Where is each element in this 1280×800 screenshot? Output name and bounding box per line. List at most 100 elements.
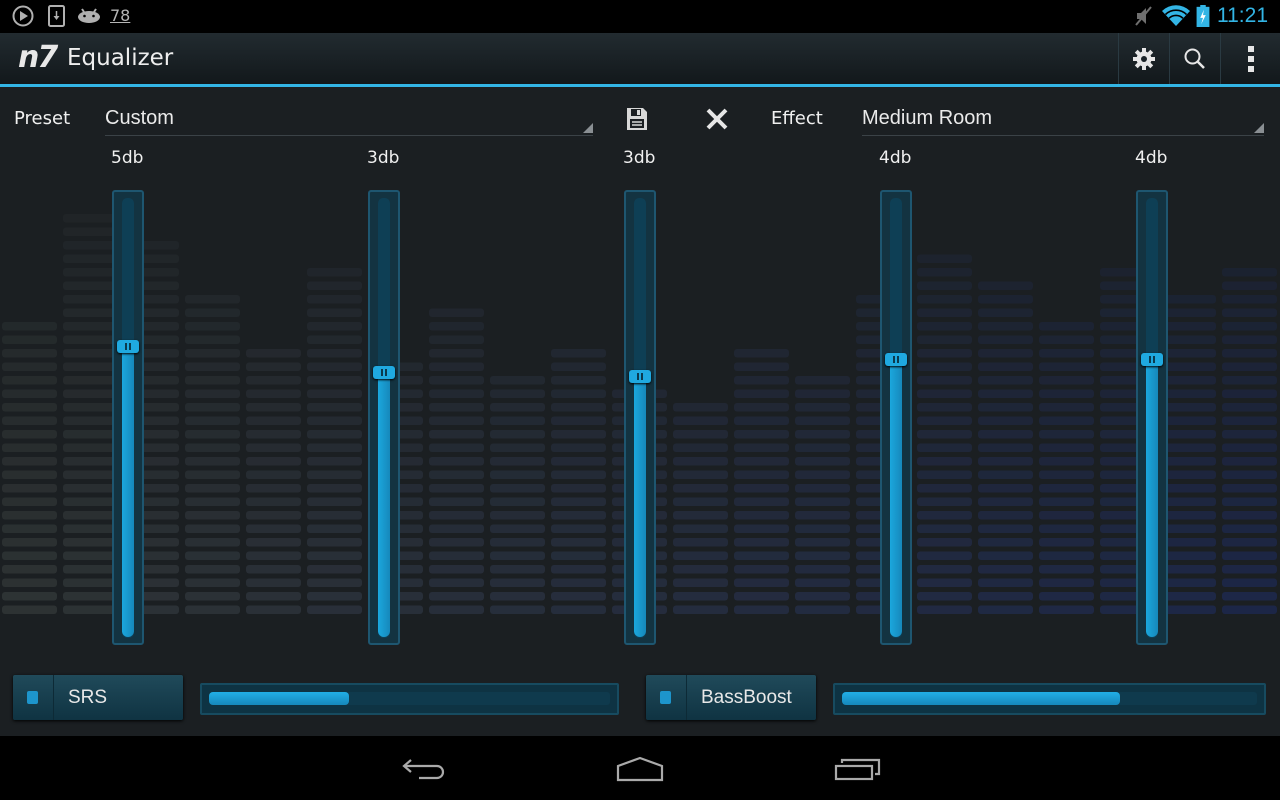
spectrum-bar (63, 551, 118, 560)
spectrum-bar (307, 605, 362, 614)
back-button[interactable] (398, 752, 450, 786)
spectrum-bar (490, 497, 545, 506)
spectrum-bar (307, 389, 362, 398)
spectrum-bar (1039, 565, 1094, 574)
slider-thumb[interactable] (629, 370, 651, 384)
spectrum-bar (246, 605, 301, 614)
spectrum-bar (429, 497, 484, 506)
spectrum-bar (429, 389, 484, 398)
save-icon (627, 108, 647, 130)
spectrum-bar (490, 470, 545, 479)
delete-preset-button[interactable] (701, 104, 733, 134)
spectrum-bar (1222, 389, 1277, 398)
spectrum-bar (1222, 592, 1277, 601)
spectrum-bar (429, 443, 484, 452)
preset-value: Custom (105, 107, 174, 129)
slider-thumb[interactable] (1141, 352, 1163, 366)
slider-fill (378, 373, 390, 637)
spectrum-bar (734, 389, 789, 398)
spectrum-bar (917, 538, 972, 547)
save-preset-button[interactable] (622, 104, 652, 134)
spectrum-bar (978, 565, 1033, 574)
spectrum-bar (490, 457, 545, 466)
spectrum-bar (2, 430, 57, 439)
spectrum-bar (307, 308, 362, 317)
spectrum-bar (734, 443, 789, 452)
search-button[interactable] (1169, 33, 1220, 84)
band-5-slider[interactable] (1136, 190, 1168, 645)
spectrum-bar (1222, 376, 1277, 385)
effect-dropdown[interactable]: Medium Room (862, 101, 1264, 136)
spectrum-bar (429, 376, 484, 385)
spectrum-bar (978, 524, 1033, 533)
spectrum-bar (490, 524, 545, 533)
bassboost-level-slider[interactable] (833, 683, 1266, 715)
slider-thumb[interactable] (885, 352, 907, 366)
spectrum-bar (429, 322, 484, 331)
spectrum-bar (429, 605, 484, 614)
bassboost-checkbox[interactable] (646, 675, 687, 720)
spectrum-bar (63, 295, 118, 304)
spectrum-bar (1222, 484, 1277, 493)
srs-level-slider[interactable] (200, 683, 619, 715)
spectrum-bar (185, 511, 240, 520)
band-3-slider[interactable] (624, 190, 656, 645)
spectrum-bar (978, 430, 1033, 439)
recents-button[interactable] (830, 752, 886, 786)
spectrum-bar (246, 416, 301, 425)
spectrum-bar (917, 605, 972, 614)
spectrum-bar (490, 551, 545, 560)
spectrum-bar (1161, 592, 1216, 601)
spectrum-bar (673, 457, 728, 466)
spectrum-bar (307, 295, 362, 304)
spectrum-bar (1222, 457, 1277, 466)
spectrum-bar (307, 551, 362, 560)
slider-fill (634, 377, 646, 637)
spectrum-bar (1222, 335, 1277, 344)
spectrum-bar (63, 470, 118, 479)
slider-thumb[interactable] (373, 366, 395, 379)
spectrum-bar (978, 511, 1033, 520)
spectrum-bar (917, 565, 972, 574)
srs-toggle-button[interactable]: SRS (13, 675, 183, 720)
spectrum-bar (917, 551, 972, 560)
home-button[interactable] (612, 752, 668, 786)
spectrum-bar (63, 254, 118, 263)
spectrum-bar (246, 470, 301, 479)
spectrum-bar (185, 376, 240, 385)
spectrum-bar (2, 362, 57, 371)
srs-checkbox[interactable] (13, 675, 54, 720)
band-4-slider[interactable] (880, 190, 912, 645)
spectrum-bar (917, 416, 972, 425)
action-bar: n7 Equalizer (0, 33, 1280, 87)
spectrum-bar (429, 538, 484, 547)
app-logo[interactable]: n7 (18, 43, 58, 73)
spectrum-bar (246, 511, 301, 520)
spectrum-bar (1161, 565, 1216, 574)
spectrum-bar (490, 565, 545, 574)
spectrum-bar (795, 443, 850, 452)
spectrum-bar (1039, 484, 1094, 493)
effect-value: Medium Room (862, 107, 993, 129)
spectrum-bar (734, 592, 789, 601)
spectrum-bar (795, 430, 850, 439)
spectrum-bar (978, 349, 1033, 358)
slider-thumb[interactable] (117, 339, 139, 353)
spectrum-bar (1222, 416, 1277, 425)
spectrum-bar (1039, 524, 1094, 533)
spectrum-bar (917, 322, 972, 331)
spectrum-bar (63, 281, 118, 290)
preset-dropdown[interactable]: Custom (105, 101, 593, 136)
band-2-slider[interactable] (368, 190, 400, 645)
band-1-slider[interactable] (112, 190, 144, 645)
search-icon (1184, 48, 1205, 69)
bassboost-toggle-button[interactable]: BassBoost (646, 675, 816, 720)
spectrum-bar (1222, 430, 1277, 439)
spectrum-bar (307, 497, 362, 506)
spectrum-bar (307, 322, 362, 331)
spectrum-bar (246, 403, 301, 412)
spectrum-bar (63, 457, 118, 466)
battery-charging-icon (1196, 5, 1210, 27)
overflow-menu-button[interactable] (1220, 33, 1280, 84)
settings-button[interactable] (1118, 33, 1169, 84)
